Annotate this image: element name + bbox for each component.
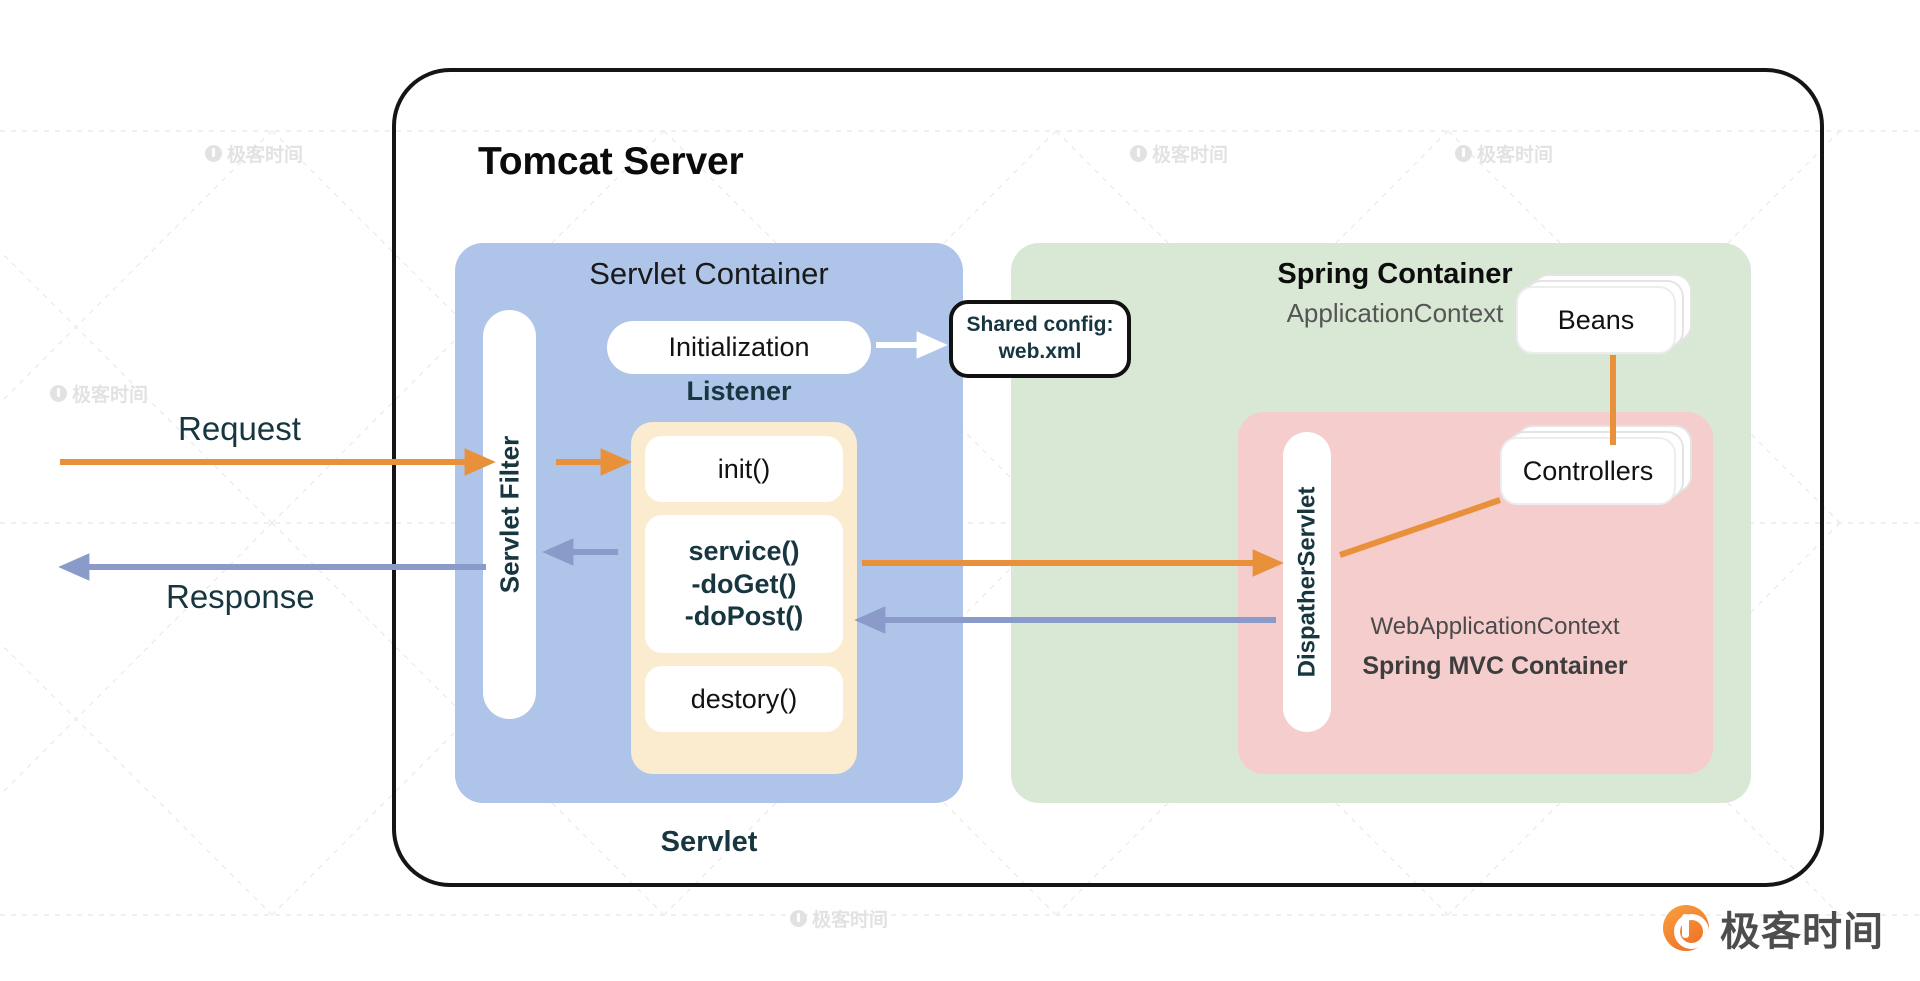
spring-mvc-container-label: Spring MVC Container bbox=[1362, 652, 1628, 680]
servlet-filter-label: Servlet Filter bbox=[494, 435, 525, 594]
brand-logo: 极客时间 bbox=[1663, 899, 1884, 957]
servlet-filter-block: Servlet Filter bbox=[483, 310, 536, 719]
watermark-logo-icon bbox=[205, 145, 222, 162]
servlet-service-method: service() -doGet() -doPost() bbox=[645, 515, 843, 653]
service-line: service() bbox=[688, 535, 800, 566]
servlet-init-method: init() bbox=[645, 436, 843, 502]
watermark-logo-icon bbox=[790, 910, 807, 927]
servlet-container-title: Servlet Container bbox=[589, 256, 829, 291]
diagram-canvas: 极客时间 极客时间 极客时间 极客时间 极客时间 极客时间 Tomcat Ser… bbox=[0, 0, 1920, 981]
watermark-label: 极客时间 bbox=[227, 145, 304, 166]
response-label: Response bbox=[166, 578, 315, 615]
geektime-logo-icon bbox=[1663, 905, 1709, 951]
watermark-text: 极客时间 bbox=[205, 140, 303, 167]
dispatcher-servlet-label: DispatherServlet bbox=[1293, 486, 1320, 678]
watermark-text: 极客时间 bbox=[790, 905, 888, 932]
servlet-bottom-label: Servlet bbox=[660, 826, 758, 858]
watermark-label: 极客时间 bbox=[72, 385, 149, 406]
watermark-text: 极客时间 bbox=[50, 380, 148, 407]
shared-config-line1: Shared config: bbox=[966, 313, 1114, 337]
doget-line: -doGet() bbox=[691, 568, 797, 599]
tomcat-server-title: Tomcat Server bbox=[478, 140, 744, 183]
watermark-label: 极客时间 bbox=[812, 910, 889, 931]
beans-card-front: Beans bbox=[1516, 286, 1676, 354]
shared-config-box: Shared config: web.xml bbox=[949, 300, 1131, 378]
dopost-line: -doPost() bbox=[684, 601, 804, 632]
servlet-destroy-method: destory() bbox=[645, 666, 843, 732]
listener-label: Listener bbox=[686, 376, 792, 406]
beans-stack: Beans bbox=[1516, 274, 1692, 354]
dispatcher-servlet-block: DispatherServlet bbox=[1283, 432, 1331, 732]
controllers-stack: Controllers bbox=[1500, 425, 1692, 505]
brand-name: 极客时间 bbox=[1720, 909, 1884, 955]
watermark-logo-icon bbox=[50, 385, 67, 402]
request-label: Request bbox=[178, 410, 301, 447]
servlet-lifecycle-group: init() service() -doGet() -doPost() dest… bbox=[631, 422, 857, 774]
controllers-card-front: Controllers bbox=[1500, 437, 1676, 505]
shared-config-line2: web.xml bbox=[998, 340, 1082, 363]
initialization-block: Initialization bbox=[607, 321, 871, 374]
web-application-context-label: WebApplicationContext bbox=[1370, 613, 1620, 640]
